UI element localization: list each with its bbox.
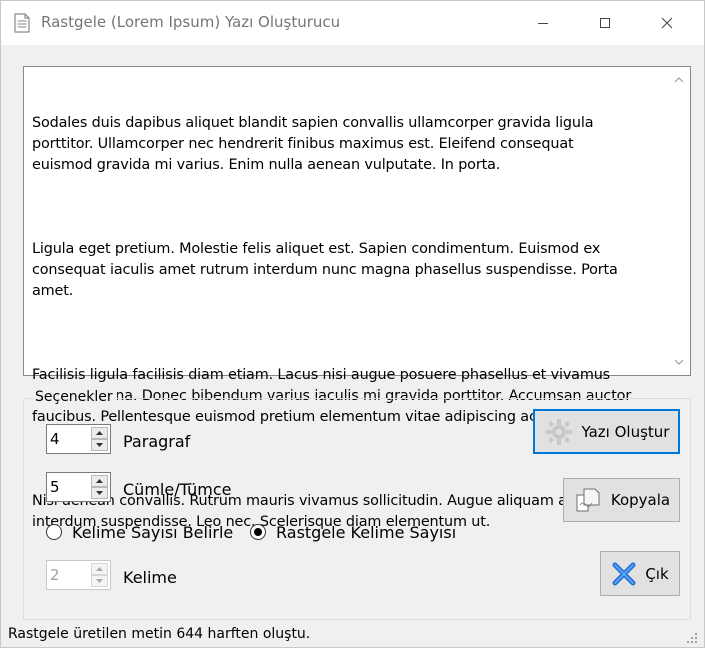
paragraph-label: Paragraf (123, 432, 191, 451)
app-window: Rastgele (Lorem Ipsum) Yazı Oluşturucu S… (0, 0, 705, 648)
exit-button[interactable]: Çık (600, 551, 680, 596)
word-count-random-radio[interactable] (250, 524, 266, 540)
generate-button[interactable]: Yazı Oluştur (533, 409, 680, 454)
word-count-fixed-radio[interactable] (46, 524, 62, 540)
minimize-button[interactable] (520, 1, 566, 45)
word-spinner[interactable]: 2 (46, 560, 111, 590)
output-paragraph: Ligula eget pretium. Molestie felis aliq… (32, 241, 618, 299)
word-count-value[interactable]: 2 (50, 566, 60, 584)
paragraph-decrement-button[interactable] (91, 439, 108, 451)
exit-x-icon (612, 562, 636, 585)
caret-up-icon (96, 567, 103, 571)
copy-button-label: Kopyala (610, 491, 671, 509)
vertical-scrollbar[interactable] (668, 67, 690, 375)
exit-button-label: Çık (645, 564, 669, 583)
word-increment-button[interactable] (91, 563, 108, 575)
window-title: Rastgele (Lorem Ipsum) Yazı Oluşturucu (41, 13, 341, 31)
options-group-label: Seçenekler (31, 389, 117, 405)
paragraph-spinner[interactable]: 4 (46, 424, 111, 454)
close-icon (661, 17, 673, 29)
copy-button[interactable]: Kopyala (563, 478, 680, 522)
generate-button-label: Yazı Oluştur (581, 422, 670, 441)
maximize-button[interactable] (582, 1, 628, 45)
minimize-icon (538, 23, 548, 24)
word-decrement-button[interactable] (91, 575, 108, 587)
scroll-up-icon[interactable] (674, 75, 684, 85)
copy-icon (576, 488, 600, 512)
status-bar: Rastgele üretilen metin 644 harften oluş… (1, 621, 704, 648)
generate-gear-icon (545, 418, 572, 445)
word-label: Kelime (123, 568, 177, 587)
sentence-count-value[interactable]: 5 (50, 478, 60, 496)
close-button[interactable] (644, 1, 690, 45)
word-count-random-label[interactable]: Rastgele Kelime Sayısı (276, 523, 456, 542)
status-text: Rastgele üretilen metin 644 harften oluş… (8, 626, 311, 642)
sentence-decrement-button[interactable] (91, 487, 108, 499)
sentence-increment-button[interactable] (91, 475, 108, 487)
maximize-icon (600, 18, 610, 28)
sentence-label: Cümle/Tümce (123, 480, 232, 499)
caret-down-icon (96, 443, 103, 447)
sentence-spinner[interactable]: 5 (46, 472, 111, 502)
paragraph-increment-button[interactable] (91, 427, 108, 439)
resize-grip-icon[interactable] (686, 632, 698, 644)
caret-down-icon (96, 491, 103, 495)
document-icon (14, 13, 30, 33)
caret-up-icon (96, 479, 103, 483)
caret-up-icon (96, 431, 103, 435)
title-bar[interactable]: Rastgele (Lorem Ipsum) Yazı Oluşturucu (1, 1, 704, 45)
caret-down-icon (96, 579, 103, 583)
scroll-down-icon[interactable] (674, 357, 684, 367)
word-count-fixed-label[interactable]: Kelime Sayısı Belirle (72, 523, 233, 542)
paragraph-count-value[interactable]: 4 (50, 430, 60, 448)
output-paragraph: Sodales duis dapibus aliquet blandit sap… (32, 115, 594, 173)
output-textarea[interactable]: Sodales duis dapibus aliquet blandit sap… (23, 66, 691, 530)
